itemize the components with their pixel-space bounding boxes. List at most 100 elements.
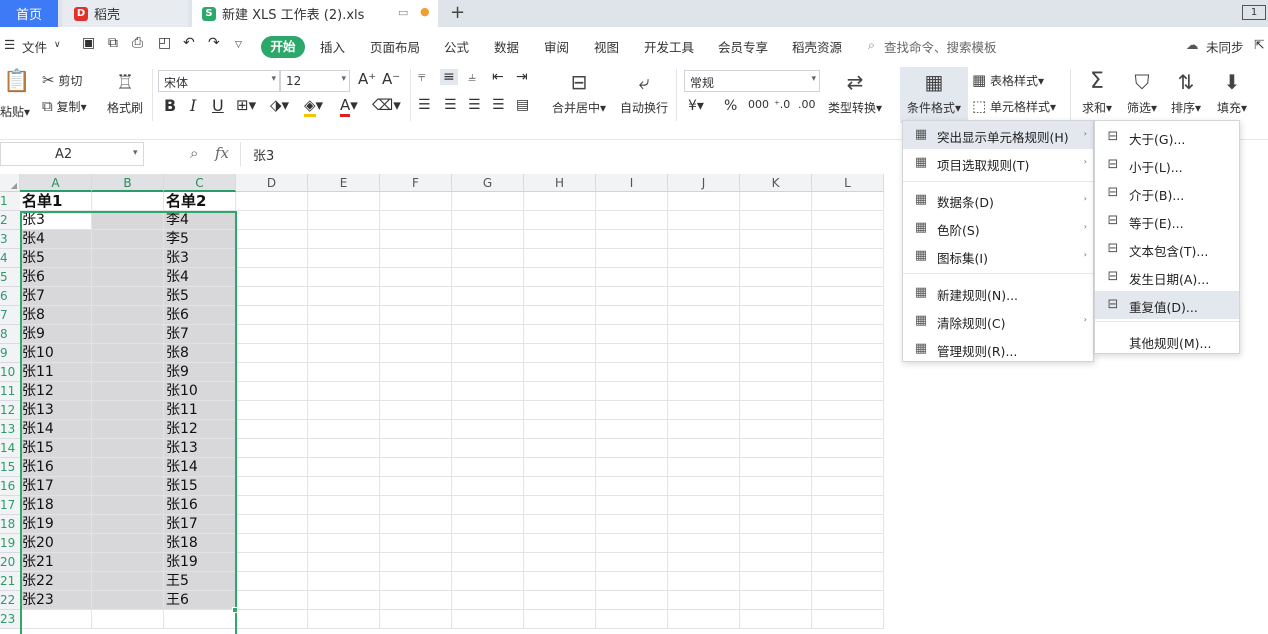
cell-b16[interactable] bbox=[92, 477, 164, 496]
cell-b5[interactable] bbox=[92, 268, 164, 287]
cell-f12[interactable] bbox=[380, 401, 452, 420]
row-header-21[interactable]: 21 bbox=[0, 572, 20, 591]
cell-k4[interactable] bbox=[740, 249, 812, 268]
more-dropdown-icon[interactable]: ▽ bbox=[235, 40, 242, 50]
fill-handle[interactable] bbox=[232, 607, 238, 613]
cell-k8[interactable] bbox=[740, 325, 812, 344]
row-header-14[interactable]: 14 bbox=[0, 439, 20, 458]
cell-h19[interactable] bbox=[524, 534, 596, 553]
row-header-3[interactable]: 3 bbox=[0, 230, 20, 249]
cell-e8[interactable] bbox=[308, 325, 380, 344]
cell-b8[interactable] bbox=[92, 325, 164, 344]
column-header-c[interactable]: C bbox=[164, 174, 236, 192]
cell-i20[interactable] bbox=[596, 553, 668, 572]
select-all-corner[interactable]: ◢ bbox=[0, 174, 20, 192]
cell-d1[interactable] bbox=[236, 192, 308, 211]
cell-d22[interactable] bbox=[236, 591, 308, 610]
cell-d10[interactable] bbox=[236, 363, 308, 382]
cell-e4[interactable] bbox=[308, 249, 380, 268]
cell-j4[interactable] bbox=[668, 249, 740, 268]
cell-e16[interactable] bbox=[308, 477, 380, 496]
cell-f2[interactable] bbox=[380, 211, 452, 230]
cell-f16[interactable] bbox=[380, 477, 452, 496]
cell-h14[interactable] bbox=[524, 439, 596, 458]
column-header-k[interactable]: K bbox=[740, 174, 812, 192]
cell-c14[interactable]: 张13 bbox=[164, 439, 236, 458]
cell-f23[interactable] bbox=[380, 610, 452, 629]
cell-d4[interactable] bbox=[236, 249, 308, 268]
cell-c15[interactable]: 张14 bbox=[164, 458, 236, 477]
cell-f8[interactable] bbox=[380, 325, 452, 344]
conditional-format-button[interactable]: ▦ 条件格式▾ bbox=[900, 67, 968, 123]
cell-c2[interactable]: 李4 bbox=[164, 211, 236, 230]
cell-e22[interactable] bbox=[308, 591, 380, 610]
cell-e19[interactable] bbox=[308, 534, 380, 553]
column-header-j[interactable]: J bbox=[668, 174, 740, 192]
cell-f7[interactable] bbox=[380, 306, 452, 325]
cell-h23[interactable] bbox=[524, 610, 596, 629]
cell-d20[interactable] bbox=[236, 553, 308, 572]
cell-h18[interactable] bbox=[524, 515, 596, 534]
column-header-b[interactable]: B bbox=[92, 174, 164, 192]
menu-item-icon-sets[interactable]: ▦ 图标集(I) › bbox=[903, 242, 1093, 270]
cell-a14[interactable]: 张15 bbox=[20, 439, 92, 458]
cell-g22[interactable] bbox=[452, 591, 524, 610]
cell-c10[interactable]: 张9 bbox=[164, 363, 236, 382]
column-header-h[interactable]: H bbox=[524, 174, 596, 192]
cell-l16[interactable] bbox=[812, 477, 884, 496]
tab-home[interactable]: 首页 bbox=[0, 0, 58, 27]
cell-e21[interactable] bbox=[308, 572, 380, 591]
cell-c23[interactable] bbox=[164, 610, 236, 629]
cell-g18[interactable] bbox=[452, 515, 524, 534]
cell-b2[interactable] bbox=[92, 211, 164, 230]
wrap-text-button[interactable]: ⤶ 自动换行 bbox=[618, 69, 670, 116]
cell-c19[interactable]: 张18 bbox=[164, 534, 236, 553]
cell-k15[interactable] bbox=[740, 458, 812, 477]
export-icon[interactable]: ⧉ bbox=[108, 35, 118, 51]
italic-icon[interactable]: I bbox=[190, 96, 196, 115]
cell-d2[interactable] bbox=[236, 211, 308, 230]
cell-k12[interactable] bbox=[740, 401, 812, 420]
cell-i13[interactable] bbox=[596, 420, 668, 439]
cell-h21[interactable] bbox=[524, 572, 596, 591]
cell-j17[interactable] bbox=[668, 496, 740, 515]
cell-i19[interactable] bbox=[596, 534, 668, 553]
cell-e3[interactable] bbox=[308, 230, 380, 249]
cell-j6[interactable] bbox=[668, 287, 740, 306]
cell-i5[interactable] bbox=[596, 268, 668, 287]
paste-button[interactable]: 📋 粘贴▾ bbox=[0, 69, 34, 119]
cell-g19[interactable] bbox=[452, 534, 524, 553]
menu-item-manage-rules[interactable]: ▦ 管理规则(R)... bbox=[903, 335, 1093, 363]
cell-j21[interactable] bbox=[668, 572, 740, 591]
cell-e10[interactable] bbox=[308, 363, 380, 382]
cell-e6[interactable] bbox=[308, 287, 380, 306]
row-header-6[interactable]: 6 bbox=[0, 287, 20, 306]
cell-h6[interactable] bbox=[524, 287, 596, 306]
cell-b6[interactable] bbox=[92, 287, 164, 306]
cell-j16[interactable] bbox=[668, 477, 740, 496]
cell-c13[interactable]: 张12 bbox=[164, 420, 236, 439]
indent-decrease-icon[interactable]: ⇤ bbox=[492, 69, 504, 85]
cell-i2[interactable] bbox=[596, 211, 668, 230]
cell-l11[interactable] bbox=[812, 382, 884, 401]
cell-f9[interactable] bbox=[380, 344, 452, 363]
cell-b12[interactable] bbox=[92, 401, 164, 420]
cell-k17[interactable] bbox=[740, 496, 812, 515]
cell-j19[interactable] bbox=[668, 534, 740, 553]
cell-h15[interactable] bbox=[524, 458, 596, 477]
cell-f3[interactable] bbox=[380, 230, 452, 249]
align-middle-icon[interactable]: ≡ bbox=[440, 69, 458, 85]
cell-g12[interactable] bbox=[452, 401, 524, 420]
cell-l22[interactable] bbox=[812, 591, 884, 610]
cell-f17[interactable] bbox=[380, 496, 452, 515]
cell-b21[interactable] bbox=[92, 572, 164, 591]
cell-l19[interactable] bbox=[812, 534, 884, 553]
cell-c1[interactable]: 名单2 bbox=[164, 192, 236, 211]
cell-j23[interactable] bbox=[668, 610, 740, 629]
row-header-9[interactable]: 9 bbox=[0, 344, 20, 363]
bold-icon[interactable]: B bbox=[164, 96, 176, 115]
menu-item-highlight-cell-rules[interactable]: ▦ 突出显示单元格规则(H) › bbox=[903, 121, 1093, 149]
copy-button[interactable]: ⧉ 复制▾ bbox=[42, 98, 87, 115]
cell-l6[interactable] bbox=[812, 287, 884, 306]
cell-k5[interactable] bbox=[740, 268, 812, 287]
